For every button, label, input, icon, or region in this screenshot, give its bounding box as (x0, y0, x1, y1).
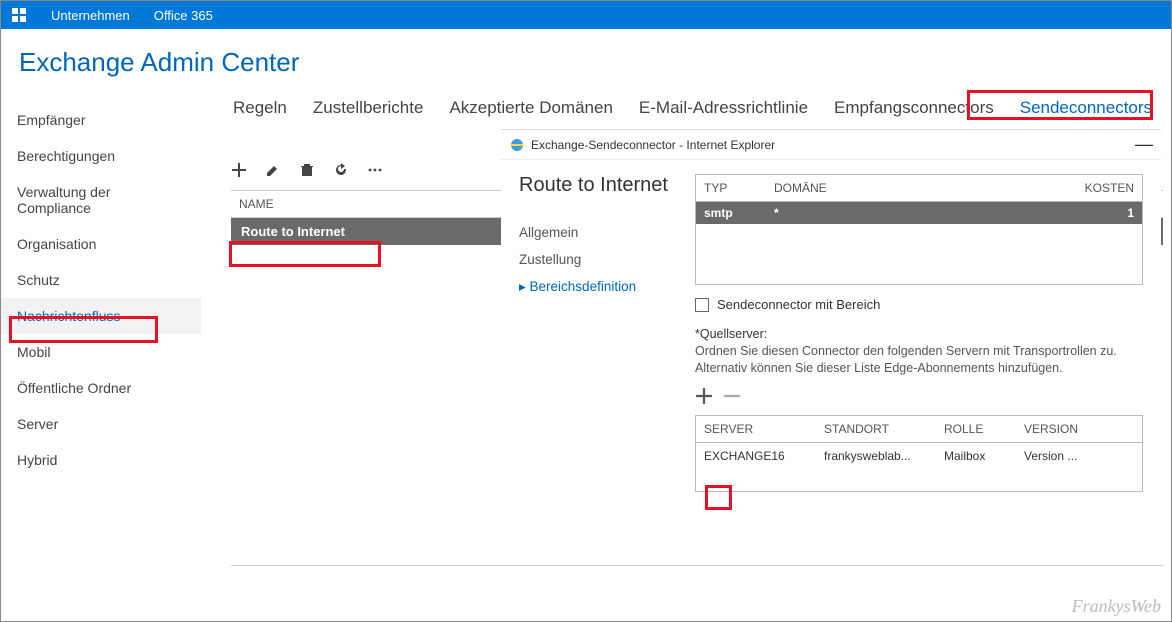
source-server-label: *Quellserver: (695, 326, 1143, 343)
add-icon[interactable] (231, 162, 247, 178)
page-title: Exchange Admin Center (1, 29, 1171, 96)
server-col-version[interactable]: VERSION (1016, 416, 1142, 442)
sidebar-item-mailflow[interactable]: Nachrichtenfluss (1, 298, 201, 334)
domain-table: TYP DOMÄNE KOSTEN smtp * 1 (695, 174, 1143, 285)
scope-checkbox-row[interactable]: Sendeconnector mit Bereich (695, 297, 1143, 312)
domain-col-typ[interactable]: TYP (696, 175, 766, 201)
topbar-tab-enterprise[interactable]: Unternehmen (51, 8, 130, 23)
server-row[interactable]: EXCHANGE16 frankysweblab... Mailbox Vers… (696, 443, 1142, 469)
server-table-empty (696, 469, 1142, 491)
server-col-standort[interactable]: STANDORT (816, 416, 936, 442)
more-icon[interactable] (367, 162, 383, 178)
dlg-nav-general[interactable]: Allgemein (519, 219, 675, 246)
domain-row[interactable]: smtp * 1 (696, 202, 1142, 224)
sidebar-item-recipients[interactable]: Empfänger (1, 102, 201, 138)
delete-icon[interactable] (299, 162, 315, 178)
domain-col-domaene[interactable]: DOMÄNE (766, 175, 1072, 201)
tab-accepted-domains[interactable]: Akzeptierte Domänen (447, 96, 614, 120)
sidebar-item-protection[interactable]: Schutz (1, 262, 201, 298)
topbar-tab-office365[interactable]: Office 365 (154, 8, 213, 23)
tab-address-policy[interactable]: E-Mail-Adressrichtlinie (637, 96, 810, 120)
dlg-nav-scope-label: Bereichsdefinition (530, 279, 637, 294)
top-bar: Unternehmen Office 365 (1, 1, 1171, 29)
sidebar-item-server[interactable]: Server (1, 406, 201, 442)
watermark: FrankysWeb (1072, 596, 1161, 617)
domain-row-kosten: 1 (1072, 202, 1142, 224)
server-col-rolle[interactable]: ROLLE (936, 416, 1016, 442)
sidebar-item-mobile[interactable]: Mobil (1, 334, 201, 370)
domain-col-kosten[interactable]: KOSTEN (1072, 175, 1142, 201)
sidebar-item-compliance[interactable]: Verwaltung der Compliance (1, 174, 201, 226)
source-server-note: Ordnen Sie diesen Connector den folgende… (695, 343, 1143, 377)
tab-receive-connectors[interactable]: Empfangsconnectors (832, 96, 996, 120)
server-table: SERVER STANDORT ROLLE VERSION EXCHANGE16… (695, 415, 1143, 492)
sidebar-item-hybrid[interactable]: Hybrid (1, 442, 201, 478)
sidebar-item-permissions[interactable]: Berechtigungen (1, 138, 201, 174)
scope-checkbox-label: Sendeconnector mit Bereich (717, 297, 880, 312)
edit-icon[interactable] (265, 162, 281, 178)
tab-rules[interactable]: Regeln (231, 96, 289, 120)
add-server-icon[interactable] (695, 387, 713, 405)
dialog-title: Exchange-Sendeconnector - Internet Explo… (531, 138, 775, 152)
refresh-icon[interactable] (333, 162, 349, 178)
dialog-titlebar: Exchange-Sendeconnector - Internet Explo… (501, 130, 1161, 160)
server-row-server: EXCHANGE16 (696, 443, 816, 469)
server-row-version: Version ... (1016, 443, 1142, 469)
server-row-rolle: Mailbox (936, 443, 1016, 469)
domain-table-empty (696, 224, 1142, 284)
dialog-heading: Route to Internet (519, 174, 675, 197)
remove-server-icon[interactable] (723, 387, 741, 405)
dialog-minimize-icon[interactable]: — (1135, 134, 1153, 155)
ie-icon (509, 137, 525, 153)
connector-dialog: Exchange-Sendeconnector - Internet Explo… (501, 129, 1161, 506)
tabs: Regeln Zustellberichte Akzeptierte Domän… (231, 96, 1163, 120)
domain-row-typ: smtp (696, 202, 766, 224)
sidebar: Empfänger Berechtigungen Verwaltung der … (1, 96, 201, 566)
sidebar-item-publicfolders[interactable]: Öffentliche Ordner (1, 370, 201, 406)
dlg-nav-delivery[interactable]: Zustellung (519, 246, 675, 273)
dlg-nav-scope[interactable]: ▸ Bereichsdefinition (519, 273, 675, 300)
server-col-server[interactable]: SERVER (696, 416, 816, 442)
sidebar-item-organization[interactable]: Organisation (1, 226, 201, 262)
dialog-nav: Allgemein Zustellung ▸ Bereichsdefinitio… (519, 219, 675, 300)
server-row-standort: frankysweblab... (816, 443, 936, 469)
tab-send-connectors[interactable]: Sendeconnectors (1018, 96, 1154, 120)
list-bottom-separator (231, 565, 1163, 566)
tab-delivery-reports[interactable]: Zustellberichte (311, 96, 426, 120)
domain-row-domaene: * (766, 202, 1072, 224)
scope-checkbox[interactable] (695, 298, 709, 312)
office-logo-icon (11, 7, 27, 23)
